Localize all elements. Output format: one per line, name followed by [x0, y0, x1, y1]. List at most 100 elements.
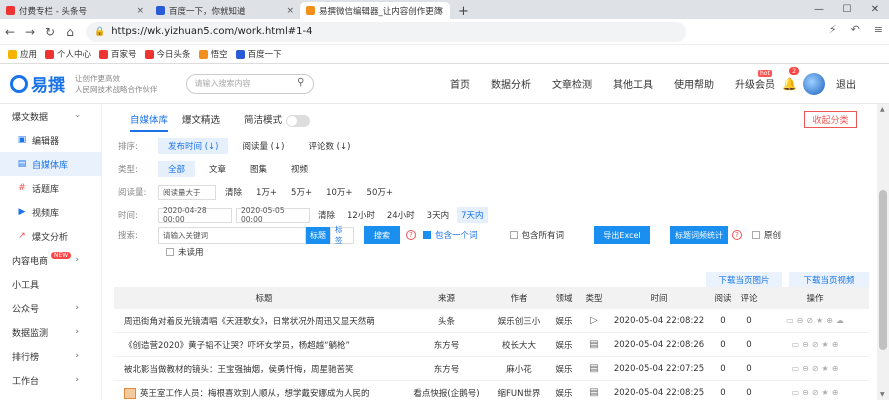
simple-mode-toggle[interactable]	[286, 114, 311, 127]
time-from-input[interactable]: 2020-04-28 00:00	[158, 206, 232, 224]
bell-icon[interactable]: 🔔	[782, 77, 797, 91]
nav-help[interactable]: 使用帮助	[674, 76, 714, 91]
time-12h[interactable]: 12小时	[343, 207, 379, 223]
sort-comments[interactable]: 评论数 (↓)	[298, 138, 360, 154]
row-title[interactable]: 周迅街角对着反光镜清唱《天涯歌女》，日常状况外周迅又显天然萌	[114, 315, 404, 327]
time-clear[interactable]: 清除	[314, 207, 339, 223]
reads-500k[interactable]: 50万+	[362, 184, 398, 200]
sidebar-item-ecommerce[interactable]: 内容电商 NEW ›	[0, 248, 101, 272]
time-3d[interactable]: 3天内	[423, 207, 453, 223]
copy-icon[interactable]: ▭	[792, 388, 800, 397]
reads-input[interactable]: 阅读量大于	[158, 184, 216, 200]
lightning-icon[interactable]: ⚡	[829, 23, 837, 36]
unread-checkbox[interactable]	[166, 248, 174, 256]
menu-icon[interactable]: ≡	[874, 23, 883, 36]
row-title[interactable]: 《创造营2020》黄子韬不让哭？吓坏女学员，杨超越“躺枪”	[114, 339, 404, 351]
row-title[interactable]: 英王室工作人员：梅根喜欢别人顺从，想学戴安娜成为人民的	[140, 389, 370, 399]
forward-icon[interactable]: →	[20, 25, 40, 39]
row-title[interactable]: 被北影当做教材的镜头：王宝强抽烟，侯勇忏悔，周星驰苦笑	[114, 363, 404, 375]
sidebar-item-ranking[interactable]: 排行榜 ›	[0, 344, 101, 368]
help-icon[interactable]: ?	[732, 230, 743, 240]
include-one-checkbox[interactable]	[423, 231, 431, 239]
undo-icon[interactable]: ↶	[851, 23, 860, 36]
reload-icon[interactable]: ↻	[40, 25, 60, 39]
close-icon[interactable]: ×	[436, 6, 444, 16]
star-icon[interactable]: ★	[816, 316, 823, 325]
new-tab-icon[interactable]: +	[450, 4, 477, 19]
minimize-icon[interactable]: —	[805, 4, 833, 15]
row-author[interactable]: 校长大大	[489, 339, 549, 351]
copy-icon[interactable]: ▭	[792, 364, 800, 373]
browser-tab-3[interactable]: 易撰微信编辑器_让内容创作更简 ×	[300, 2, 450, 19]
star-icon[interactable]: ★	[822, 388, 829, 397]
pin-icon[interactable]: ⊕	[832, 364, 839, 373]
scroll-down-icon[interactable]: ▼	[880, 391, 885, 398]
copy-icon[interactable]: ▭	[792, 340, 800, 349]
type-video[interactable]: 视频	[281, 161, 318, 177]
scroll-up-icon[interactable]: ▲	[880, 106, 885, 113]
include-all-checkbox[interactable]	[509, 231, 518, 239]
search-button[interactable]: 搜索	[364, 226, 400, 244]
browser-tab-2[interactable]: 百度一下，你就知道 ×	[150, 2, 300, 19]
nav-home[interactable]: 首页	[450, 76, 470, 91]
simple-mode[interactable]: 简洁模式	[244, 112, 311, 133]
bookmark-baidu[interactable]: 百度一下	[235, 48, 282, 60]
star-icon[interactable]: ★	[822, 364, 829, 373]
sidebar-item-workbench[interactable]: 工作台 ›	[0, 368, 101, 392]
time-7d[interactable]: 7天内	[457, 207, 488, 223]
tab-media-lib[interactable]: 自媒体库	[130, 112, 169, 133]
scroll-thumb[interactable]	[879, 190, 887, 350]
row-author[interactable]: 缩FUN世界	[489, 387, 549, 399]
collapse-button[interactable]: 收起分类	[804, 111, 857, 128]
bookmark-toutiao[interactable]: 今日头条	[144, 48, 191, 60]
close-window-icon[interactable]: ✕	[861, 4, 889, 15]
back-icon[interactable]: ←	[0, 25, 20, 39]
logo[interactable]: 易撰	[10, 71, 65, 96]
row-title-cell[interactable]: 英王室工作人员：梅根喜欢别人顺从，想学戴安娜成为人民的	[114, 387, 404, 399]
search-input[interactable]: 请输入搜索内容 ⚲	[185, 73, 314, 94]
link-icon[interactable]: ⊖	[802, 364, 809, 373]
bookmark-apps[interactable]: 应用	[8, 48, 37, 60]
home-icon[interactable]: ⌂	[60, 25, 80, 39]
time-to-input[interactable]: 2020-05-05 00:00	[236, 206, 310, 224]
reads-50k[interactable]: 5万+	[286, 184, 317, 200]
keyword-input[interactable]: 请输入关键词	[158, 226, 306, 244]
time-24h[interactable]: 24小时	[383, 207, 419, 223]
reads-clear[interactable]: 清除	[220, 184, 247, 200]
sidebar-item-monitor[interactable]: 数据监测 ›	[0, 320, 101, 344]
sort-reads[interactable]: 阅读量 (↓)	[232, 138, 294, 154]
link-icon[interactable]: ⊖	[802, 340, 809, 349]
type-article[interactable]: 文章	[199, 161, 236, 177]
maximize-icon[interactable]: ☐	[833, 4, 861, 15]
nav-tools[interactable]: 其他工具	[613, 76, 653, 91]
star-icon[interactable]: ★	[822, 340, 829, 349]
sidebar-item-video-lib[interactable]: ▶ 视频库	[0, 200, 101, 224]
reads-10k[interactable]: 1万+	[251, 184, 282, 200]
type-gallery[interactable]: 图集	[240, 161, 277, 177]
mode-title-button[interactable]: 标题	[306, 226, 330, 244]
mode-tag-button[interactable]: 标签	[330, 225, 354, 245]
browser-tab-1[interactable]: 付费专栏 - 头条号 ×	[0, 2, 150, 19]
sidebar-item-tools[interactable]: 小工具	[0, 272, 101, 296]
sidebar-item-media-lib[interactable]: ▤ 自媒体库	[0, 152, 101, 176]
row-author[interactable]: 娱乐创三小	[489, 315, 549, 327]
nav-analytics[interactable]: 数据分析	[491, 76, 531, 91]
pin-icon[interactable]: ⊕	[826, 316, 833, 325]
bookmark-baijia[interactable]: 百家号	[99, 48, 137, 60]
search-icon[interactable]: ⚲	[297, 77, 304, 88]
original-checkbox[interactable]	[752, 231, 761, 239]
avatar[interactable]	[803, 72, 825, 95]
row-author[interactable]: 麻小花	[489, 363, 549, 375]
sort-time[interactable]: 发布时间 (↓)	[158, 138, 229, 154]
nav-check[interactable]: 文章检测	[552, 76, 592, 91]
bookmark-wukong[interactable]: 悟空	[198, 48, 228, 60]
sidebar-item-topics[interactable]: # 话题库	[0, 176, 101, 200]
close-icon[interactable]: ×	[136, 6, 144, 16]
nav-upgrade[interactable]: 升级会员	[735, 76, 775, 91]
download-videos-button[interactable]: 下载当页视频	[789, 272, 869, 288]
close-icon[interactable]: ×	[286, 6, 294, 16]
block-icon[interactable]: ⊘	[806, 316, 813, 325]
word-stats-button[interactable]: 标题词频统计	[670, 226, 729, 244]
url-input[interactable]: 🔒 https://wk.yizhuan5.com/work.html#1-4	[86, 21, 686, 42]
block-icon[interactable]: ⊘	[812, 340, 819, 349]
